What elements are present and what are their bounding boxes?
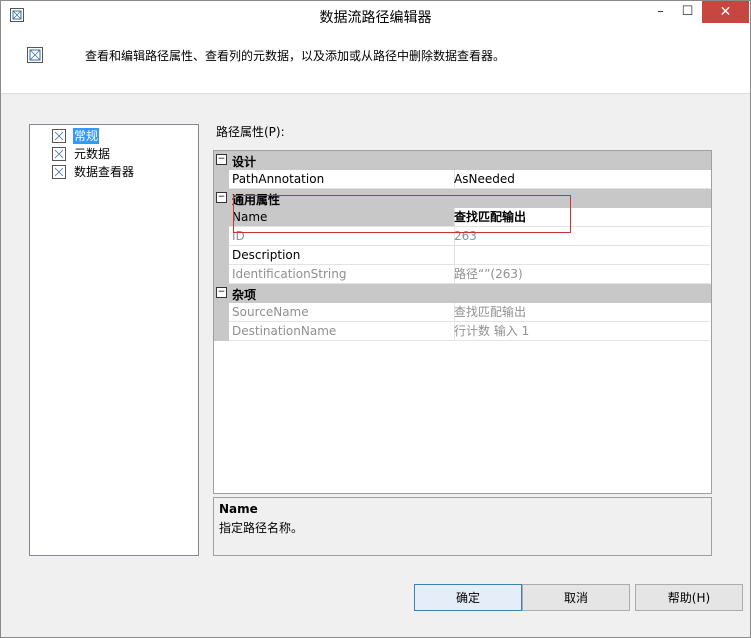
page-icon [52, 147, 66, 161]
collapse-icon[interactable]: − [216, 154, 227, 165]
page-icon [52, 129, 66, 143]
title-bar[interactable]: 数据流路径编辑器 – ☐ ✕ [1, 1, 750, 31]
close-button[interactable]: ✕ [702, 1, 749, 23]
property-description-panel: Name 指定路径名称。 [213, 497, 712, 556]
path-properties-label: 路径属性(P): [216, 125, 285, 139]
property-name: PathAnnotation [229, 170, 455, 189]
property-name: Description [229, 246, 455, 265]
header-panel: 查看和编辑路径属性、查看列的元数据，以及添加或从路径中删除数据查看器。 [1, 31, 750, 94]
property-value[interactable]: AsNeeded [452, 170, 710, 189]
property-name: IdentificationString [229, 265, 455, 284]
property-name: SourceName [229, 303, 455, 322]
cancel-button[interactable]: 取消 [522, 584, 630, 611]
minimize-button[interactable]: – [647, 1, 674, 23]
header-description: 查看和编辑路径属性、查看列的元数据，以及添加或从路径中删除数据查看器。 [85, 49, 506, 63]
path-editor-icon [27, 47, 43, 63]
property-name: DestinationName [229, 322, 455, 341]
maximize-button[interactable]: ☐ [674, 1, 701, 23]
property-value: 路径“”(263) [452, 265, 710, 284]
page-icon [52, 165, 66, 179]
window-title: 数据流路径编辑器 [319, 10, 432, 26]
property-row[interactable]: DestinationName 行计数 输入 1 [214, 322, 711, 341]
annotation-highlight-box [233, 195, 571, 233]
property-value: 行计数 输入 1 [452, 322, 710, 341]
nav-item-label: 元数据 [74, 147, 111, 161]
description-text: 指定路径名称。 [219, 521, 304, 535]
collapse-icon[interactable]: − [216, 287, 227, 298]
property-row[interactable]: PathAnnotation AsNeeded [214, 170, 711, 189]
property-row[interactable]: IdentificationString 路径“”(263) [214, 265, 711, 284]
nav-item-label: 数据查看器 [74, 165, 135, 179]
category-label: 设计 [232, 155, 257, 169]
nav-item-label: 常规 [73, 128, 100, 144]
ok-button[interactable]: 确定 [414, 584, 522, 611]
property-row[interactable]: SourceName 查找匹配输出 [214, 303, 711, 322]
category-design[interactable]: − 设计 [214, 151, 711, 170]
property-value: 查找匹配输出 [452, 303, 710, 322]
property-row[interactable]: Description [214, 246, 711, 265]
editor-window: 数据流路径编辑器 – ☐ ✕ 查看和编辑路径属性、查看列的元数据，以及添加或从路… [0, 0, 751, 638]
collapse-icon[interactable]: − [216, 192, 227, 203]
property-value[interactable] [452, 246, 710, 265]
category-label: 杂项 [232, 288, 257, 302]
category-misc[interactable]: − 杂项 [214, 284, 711, 303]
description-title: Name [219, 502, 258, 516]
help-button[interactable]: 帮助(H) [635, 584, 743, 611]
nav-tree[interactable]: 常规 元数据 数据查看器 [29, 124, 199, 556]
